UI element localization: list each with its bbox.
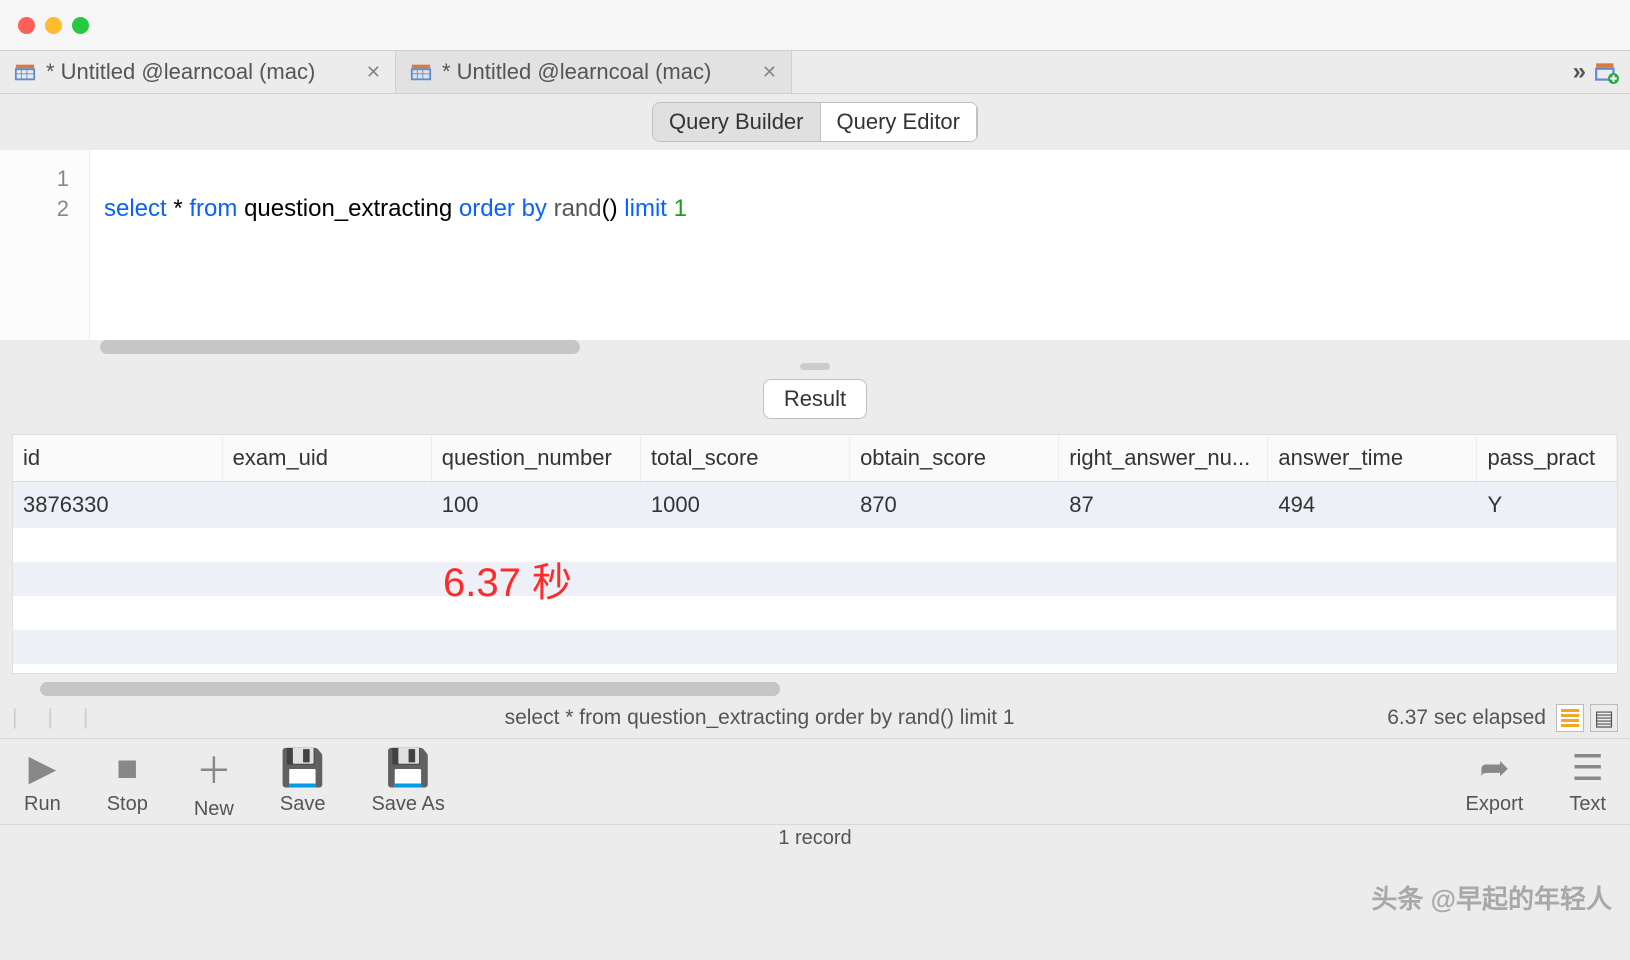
results-horizontal-scrollbar[interactable]: [40, 682, 1618, 698]
column-header[interactable]: exam_uid: [222, 435, 431, 482]
operator: *: [173, 195, 182, 222]
cell[interactable]: [222, 482, 431, 529]
table-row[interactable]: 3876330 100100087087494Y: [13, 482, 1617, 529]
line-number: 2: [0, 194, 69, 224]
result-tab-bar: Result: [0, 378, 1630, 420]
text-button[interactable]: ☰ Text: [1569, 747, 1606, 816]
tab-label: * Untitled @learncoal (mac): [46, 59, 315, 85]
sql-editor[interactable]: 1 2 select * from question_extracting or…: [0, 150, 1630, 340]
run-button[interactable]: ▶ Run: [24, 747, 61, 816]
status-timing: 6.37 sec elapsed: [1387, 706, 1546, 730]
text-icon: ☰: [1572, 747, 1604, 789]
identifier: question_extracting: [244, 195, 452, 222]
tab-1[interactable]: * Untitled @learncoal (mac) ✕: [396, 51, 792, 93]
watermark: 头条 @早起的年轻人: [1371, 879, 1612, 916]
save-button[interactable]: 💾 Save: [280, 747, 326, 816]
save-as-icon: 💾: [386, 747, 431, 789]
tab-bar: * Untitled @learncoal (mac) ✕ * Untitled…: [0, 50, 1630, 94]
results-panel: idexam_uidquestion_numbertotal_scoreobta…: [12, 434, 1618, 674]
result-tab[interactable]: Result: [763, 379, 867, 419]
tab-strip-actions: »: [1573, 51, 1630, 93]
parens: (): [602, 195, 618, 222]
segmented-control: Query Builder Query Editor: [652, 102, 978, 142]
table-header-row: idexam_uidquestion_numbertotal_scoreobta…: [13, 435, 1617, 482]
tab-label: * Untitled @learncoal (mac): [442, 59, 711, 85]
close-icon[interactable]: ✕: [762, 62, 777, 83]
button-label: Export: [1466, 793, 1524, 816]
grid-view-icon[interactable]: [1556, 704, 1584, 732]
stop-icon: ■: [116, 747, 138, 789]
column-header[interactable]: id: [13, 435, 222, 482]
stop-button[interactable]: ■ Stop: [107, 747, 148, 816]
status-query-text: select * from question_extracting order …: [132, 706, 1387, 730]
column-header[interactable]: question_number: [431, 435, 640, 482]
timing-annotation: 6.37 秒: [443, 550, 572, 608]
export-button[interactable]: ➦ Export: [1466, 747, 1524, 816]
window-controls: [18, 17, 89, 34]
keyword: limit: [624, 195, 667, 222]
more-tabs-icon[interactable]: »: [1573, 58, 1586, 86]
save-as-button[interactable]: 💾 Save As: [371, 747, 444, 816]
button-label: Run: [24, 793, 61, 816]
status-separator: |||: [12, 706, 132, 730]
footer-record-count: 1 record: [0, 824, 1630, 852]
form-view-icon[interactable]: ▤: [1590, 704, 1618, 732]
bottom-toolbar: ▶ Run ■ Stop ＋ New 💾 Save 💾 Save As ➦ Export ☰…: [0, 738, 1630, 824]
play-icon: ▶: [29, 747, 57, 789]
table-icon: [410, 61, 432, 83]
function: rand: [554, 195, 602, 222]
editor-horizontal-scrollbar[interactable]: [100, 340, 580, 354]
column-header[interactable]: pass_pract: [1477, 435, 1617, 482]
query-builder-tab[interactable]: Query Builder: [653, 103, 820, 141]
code-area[interactable]: select * from question_extracting order …: [90, 150, 701, 340]
pane-splitter[interactable]: [0, 354, 1630, 378]
maximize-window-button[interactable]: [72, 17, 89, 34]
cell[interactable]: 87: [1059, 482, 1268, 529]
share-icon: ➦: [1479, 747, 1509, 789]
cell[interactable]: 100: [431, 482, 640, 529]
new-tab-icon[interactable]: [1594, 59, 1620, 85]
cell[interactable]: 3876330: [13, 482, 222, 529]
keyword: from: [189, 195, 237, 222]
close-window-button[interactable]: [18, 17, 35, 34]
line-number-gutter: 1 2: [0, 150, 90, 340]
table-icon: [14, 61, 36, 83]
close-icon[interactable]: ✕: [366, 62, 381, 83]
line-number: 1: [0, 164, 69, 194]
column-header[interactable]: answer_time: [1268, 435, 1477, 482]
view-mode-icons: ▤: [1556, 704, 1618, 732]
status-bar: ||| select * from question_extracting or…: [0, 698, 1630, 738]
column-header[interactable]: total_score: [640, 435, 849, 482]
editor-mode-bar: Query Builder Query Editor: [0, 94, 1630, 150]
cell[interactable]: 494: [1268, 482, 1477, 529]
save-icon: 💾: [280, 747, 325, 789]
number-literal: 1: [674, 195, 687, 222]
plus-circle-icon: ＋: [196, 742, 232, 794]
titlebar: [0, 0, 1630, 50]
results-table: idexam_uidquestion_numbertotal_scoreobta…: [13, 435, 1617, 664]
button-label: Save: [280, 793, 326, 816]
keyword: order by: [459, 195, 547, 222]
query-editor-tab[interactable]: Query Editor: [820, 103, 978, 141]
button-label: Save As: [371, 793, 444, 816]
button-label: Stop: [107, 793, 148, 816]
column-header[interactable]: right_answer_nu...: [1059, 435, 1268, 482]
cell[interactable]: 1000: [640, 482, 849, 529]
column-header[interactable]: obtain_score: [850, 435, 1059, 482]
button-label: Text: [1569, 793, 1606, 816]
cell[interactable]: 870: [850, 482, 1059, 529]
keyword: select: [104, 195, 167, 222]
cell[interactable]: Y: [1477, 482, 1617, 529]
tab-0[interactable]: * Untitled @learncoal (mac) ✕: [0, 51, 396, 93]
button-label: New: [194, 798, 234, 821]
new-button[interactable]: ＋ New: [194, 742, 234, 821]
minimize-window-button[interactable]: [45, 17, 62, 34]
